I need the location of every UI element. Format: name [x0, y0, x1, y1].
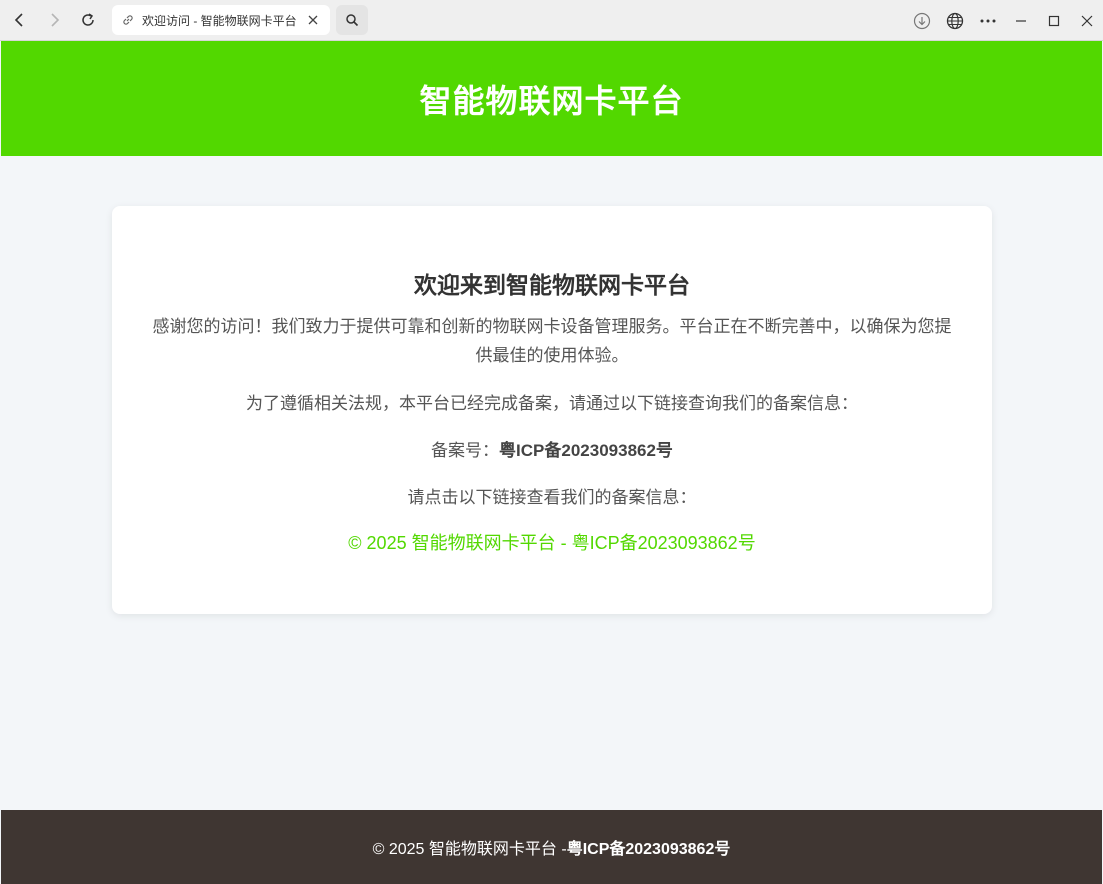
browser-tab[interactable]: 欢迎访问 - 智能物联网卡平台: [112, 5, 330, 35]
link-icon: [122, 14, 136, 26]
record-number: 粤ICP备2023093862号: [499, 441, 673, 460]
site-title: 智能物联网卡平台: [419, 82, 684, 119]
more-icon[interactable]: [971, 0, 1004, 41]
download-icon[interactable]: [905, 0, 938, 41]
compliance-text: 为了遵循相关法规，本平台已经完成备案，请通过以下链接查询我们的备案信息：: [246, 394, 858, 413]
reload-icon[interactable]: [74, 6, 102, 34]
browser-toolbar: 欢迎访问 - 智能物联网卡平台: [0, 0, 1103, 41]
footer-copyright: © 2025 智能物联网卡平台 -: [372, 841, 567, 858]
back-icon[interactable]: [6, 6, 34, 34]
record-number-line: 备案号：粤ICP备2023093862号: [112, 436, 992, 461]
globe-icon[interactable]: [938, 0, 971, 41]
search-icon[interactable]: [336, 5, 368, 35]
close-icon[interactable]: [306, 15, 320, 25]
record-label: 备案号：: [431, 441, 500, 460]
click-prompt: 请点击以下链接查看我们的备案信息：: [407, 488, 697, 507]
window-controls: [905, 0, 1103, 41]
window-close-icon[interactable]: [1070, 0, 1103, 41]
site-footer: © 2025 智能物联网卡平台 - 粤ICP备2023093862号: [1, 810, 1102, 884]
forward-icon[interactable]: [40, 6, 68, 34]
record-link[interactable]: © 2025 智能物联网卡平台 - 粤ICP备2023093862号: [112, 529, 992, 555]
minimize-icon[interactable]: [1004, 0, 1037, 41]
intro-text: 感谢您的访问！我们致力于提供可靠和创新的物联网卡设备管理服务。平台正在不断完善中…: [152, 317, 952, 365]
welcome-heading: 欢迎来到智能物联网卡平台: [414, 272, 690, 298]
tab-title: 欢迎访问 - 智能物联网卡平台: [142, 13, 297, 28]
maximize-icon[interactable]: [1037, 0, 1070, 41]
welcome-card: 欢迎来到智能物联网卡平台 感谢您的访问！我们致力于提供可靠和创新的物联网卡设备管…: [112, 206, 992, 614]
site-header: 智能物联网卡平台: [1, 41, 1102, 156]
footer-record-number[interactable]: 粤ICP备2023093862号: [567, 835, 731, 859]
